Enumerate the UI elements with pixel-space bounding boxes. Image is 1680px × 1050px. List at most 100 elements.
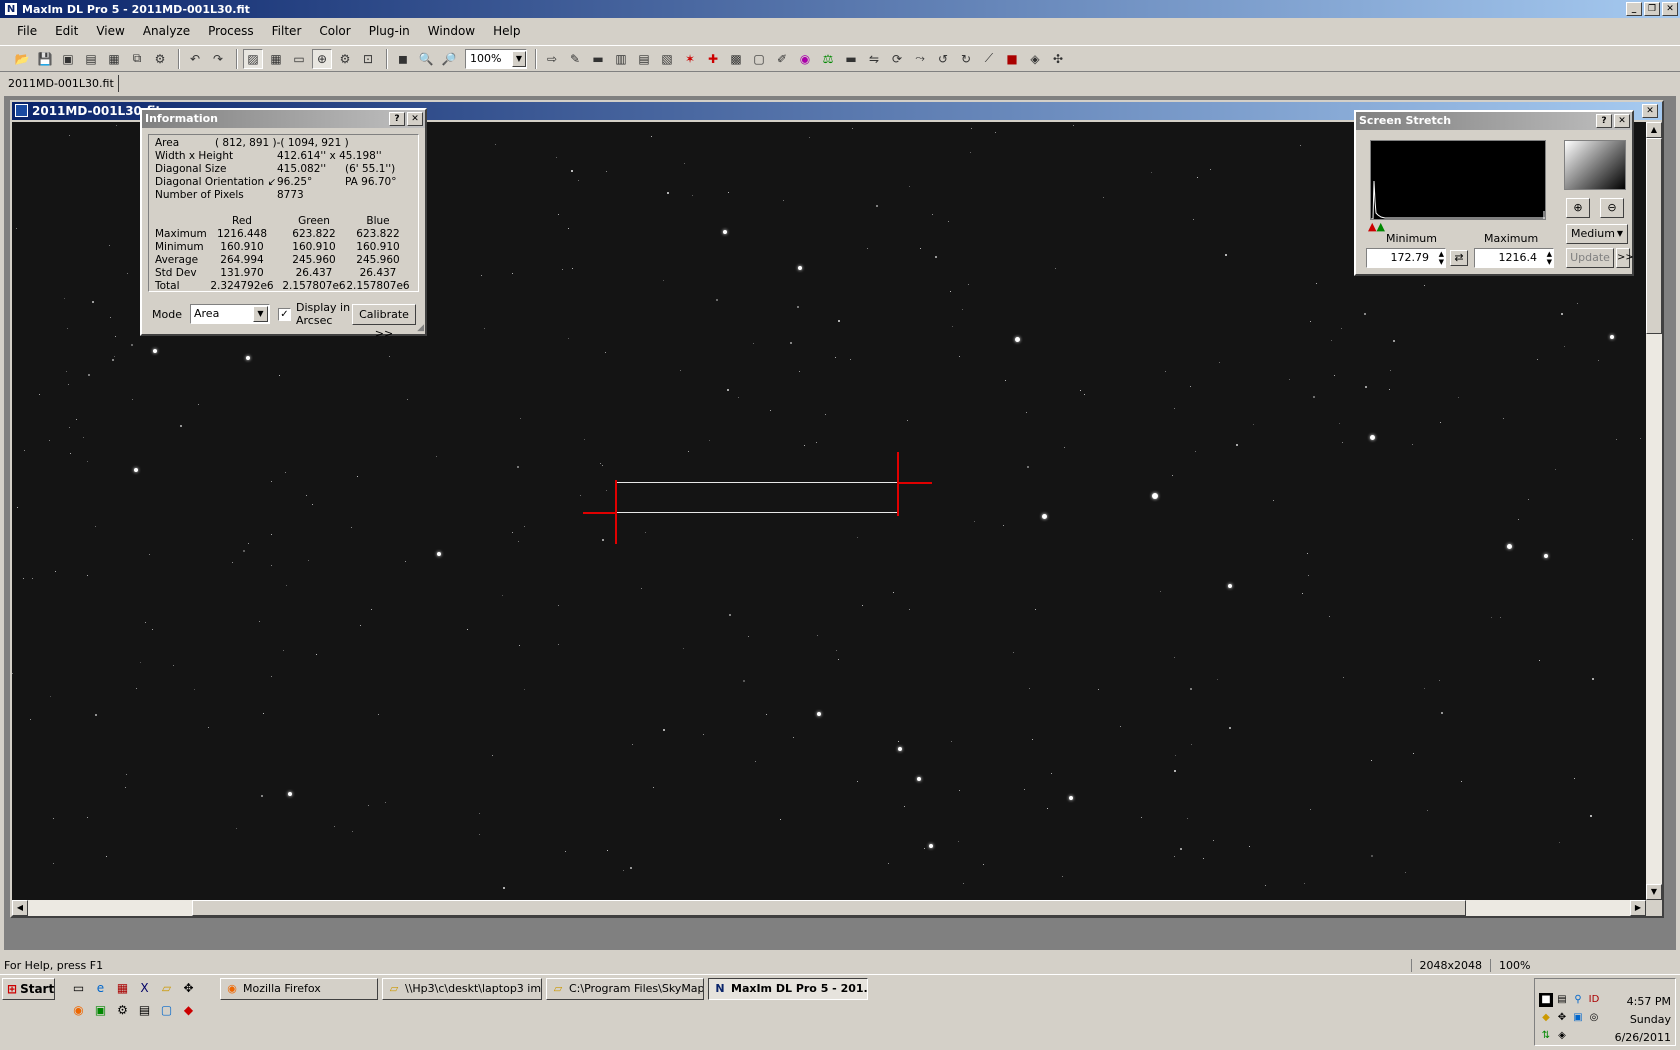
settings-icon[interactable]: ⚙	[150, 49, 170, 69]
menu-edit[interactable]: Edit	[46, 24, 87, 38]
color-icon[interactable]: ◉	[795, 49, 815, 69]
shield-icon[interactable]: ◆	[180, 1002, 197, 1018]
gear-icon[interactable]: ⚙	[335, 49, 355, 69]
save-all-icon[interactable]: ▣	[58, 49, 78, 69]
redo-icon[interactable]: ↷	[208, 49, 228, 69]
clock-time[interactable]: 4:57 PM	[1627, 995, 1671, 1008]
mode-select[interactable]: Area ▼	[190, 304, 270, 324]
tray-sync-icon[interactable]: ⇅	[1539, 1029, 1553, 1043]
print-icon[interactable]: ▦	[104, 49, 124, 69]
graph-icon[interactable]: ⟋	[979, 49, 999, 69]
rotate-left-icon[interactable]: ↺	[933, 49, 953, 69]
flip-icon[interactable]: ⇋	[864, 49, 884, 69]
numbers-icon[interactable]: ▢	[749, 49, 769, 69]
histogram-markers[interactable]: ▲▲	[1368, 220, 1385, 233]
task-folder-laptop[interactable]: ▱ \\Hp3\c\deskt\laptop3 im...	[382, 978, 542, 1000]
tray-search-icon[interactable]: ◎	[1587, 1011, 1601, 1025]
menu-filter[interactable]: Filter	[263, 24, 311, 38]
display-arcsec-checkbox[interactable]: ✓	[278, 308, 291, 321]
show-desktop-icon[interactable]: ▭	[70, 980, 87, 996]
swap-icon[interactable]: ⇄	[1450, 250, 1468, 266]
scroll-left-arrow-icon[interactable]: ◀	[12, 900, 28, 916]
tray-info-icon[interactable]: ⚲	[1571, 993, 1585, 1007]
menu-window[interactable]: Window	[419, 24, 484, 38]
tray-monitor-icon[interactable]: ▣	[1571, 1011, 1585, 1025]
max-marker-icon[interactable]: ▲	[1376, 220, 1384, 233]
crosshair-icon[interactable]: ⊕	[312, 48, 332, 69]
zoom-box-icon[interactable]: ◼	[393, 49, 413, 69]
map-icon[interactable]: ◈	[1025, 49, 1045, 69]
tray-volume-icon[interactable]: ◈	[1555, 1029, 1569, 1043]
firefox-quick-icon[interactable]: ◉	[70, 1002, 87, 1018]
chart2-icon[interactable]: ⤳	[910, 49, 930, 69]
task-folder-skymap[interactable]: ▱ C:\Program Files\SkyMap...	[546, 978, 704, 1000]
folder-icon[interactable]: ▤	[81, 49, 101, 69]
gallery-icon[interactable]: ▩	[726, 49, 746, 69]
menu-help[interactable]: Help	[484, 24, 529, 38]
chevron-down-icon[interactable]: ▼	[512, 50, 526, 67]
task-firefox[interactable]: ◉ Mozilla Firefox	[220, 978, 378, 1000]
open-icon[interactable]: 📂	[12, 49, 32, 69]
tray-network-icon[interactable]: ▤	[1555, 993, 1569, 1007]
document-tab[interactable]: 2011MD-001L30.fit	[4, 75, 119, 92]
chart-icon[interactable]: ▥	[611, 49, 631, 69]
close-icon[interactable]: ✕	[1614, 114, 1630, 128]
spinner-icon[interactable]: ▲ ▼	[1547, 250, 1552, 266]
task-maxim[interactable]: N MaxIm DL Pro 5 - 201...	[708, 978, 868, 1000]
zoom-select[interactable]: 100% ▼	[465, 48, 527, 69]
bar-icon[interactable]: ▬	[841, 49, 861, 69]
rotate-icon[interactable]: ⟳	[887, 49, 907, 69]
vertical-scroll-thumb[interactable]	[1646, 138, 1662, 334]
maxim-icon[interactable]: N	[4, 2, 18, 16]
scroll-right-arrow-icon[interactable]: ▶	[1630, 900, 1646, 916]
align-icon[interactable]: ▧	[657, 49, 677, 69]
menu-file[interactable]: File	[8, 24, 46, 38]
media-icon[interactable]: ▣	[92, 1002, 109, 1018]
close-icon[interactable]: ✕	[407, 112, 423, 126]
save-icon[interactable]: 💾	[35, 49, 55, 69]
app-launcher-icon[interactable]: ▦	[114, 980, 131, 996]
vertical-scrollbar[interactable]: ▲ ▼	[1646, 122, 1662, 900]
menu-process[interactable]: Process	[199, 24, 263, 38]
horizontal-scrollbar[interactable]: ◀ ▶	[12, 900, 1646, 916]
undo-icon[interactable]: ↶	[185, 49, 205, 69]
menu-plugin[interactable]: Plug-in	[360, 24, 419, 38]
screen-stretch-title-bar[interactable]: Screen Stretch ? ✕	[1356, 112, 1632, 130]
stack-icon[interactable]: ▤	[634, 49, 654, 69]
zoom-in-icon[interactable]: 🔍	[416, 49, 436, 69]
edit-icon[interactable]: ✐	[772, 49, 792, 69]
chevron-down-icon[interactable]: ▼	[253, 306, 268, 322]
star-icon[interactable]: ✶	[680, 49, 700, 69]
tray-shield-icon[interactable]: ◆	[1539, 1011, 1553, 1025]
maximum-field[interactable]: 1216.4 ▲ ▼	[1474, 248, 1554, 268]
menu-view[interactable]: View	[87, 24, 133, 38]
stretch-preset-select[interactable]: Medium ▼	[1566, 224, 1628, 244]
window-icon[interactable]: ▭	[289, 49, 309, 69]
close-button[interactable]: ✕	[1662, 2, 1678, 16]
calibrate-button[interactable]: Calibrate >>	[352, 304, 416, 340]
arrow-icon[interactable]: ⇨	[542, 49, 562, 69]
menu-color[interactable]: Color	[310, 24, 359, 38]
tools-icon[interactable]: ✥	[180, 980, 197, 996]
spinner-icon[interactable]: ▲ ▼	[1439, 250, 1444, 266]
copy-icon[interactable]: ⧉	[127, 49, 147, 69]
menu-analyze[interactable]: Analyze	[134, 24, 199, 38]
update-button[interactable]: Update	[1566, 248, 1614, 268]
zoom-out-icon[interactable]: 🔎	[439, 49, 459, 69]
zoom-in-icon[interactable]: ⊕	[1566, 198, 1590, 218]
selection-rectangle[interactable]	[616, 482, 898, 513]
image-close-button[interactable]: ✕	[1642, 104, 1658, 118]
help-icon[interactable]: ?	[389, 112, 405, 126]
information-panel[interactable]: Information ? ✕ Area ( 812, 891 )-( 1094…	[140, 108, 427, 340]
camera-icon[interactable]: ■	[1002, 49, 1022, 69]
network-quick-icon[interactable]: ⚙	[114, 1002, 131, 1018]
folder-quick-icon[interactable]: ▱	[158, 980, 175, 996]
tray-app-icon[interactable]: ■	[1539, 993, 1553, 1007]
information-title-bar[interactable]: Information ? ✕	[142, 110, 425, 128]
balance-icon[interactable]: ⚖	[818, 49, 838, 69]
thumbnails-icon[interactable]: ▦	[266, 49, 286, 69]
x-app-icon[interactable]: X	[136, 980, 153, 996]
resize-grip-icon[interactable]: ◢	[417, 323, 424, 333]
monitor-icon[interactable]: ▢	[158, 1002, 175, 1018]
expand-button[interactable]: >>	[1616, 248, 1634, 268]
